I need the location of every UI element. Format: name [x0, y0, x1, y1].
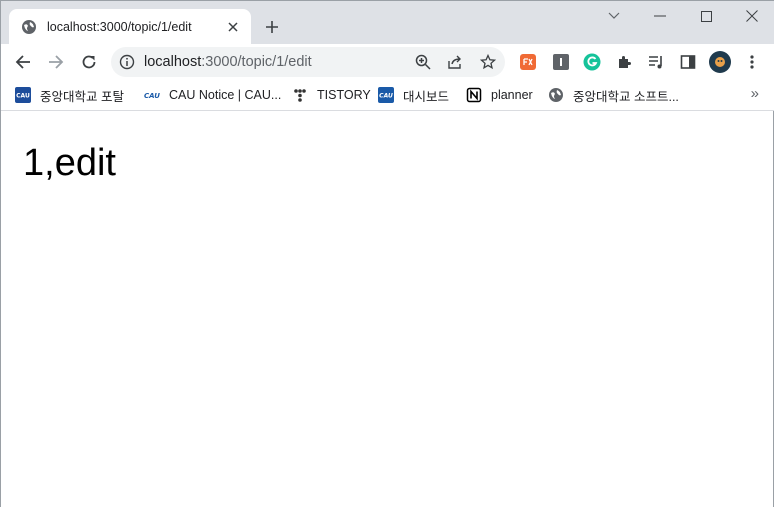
tistory-icon — [292, 87, 308, 103]
new-tab-button[interactable] — [261, 16, 283, 38]
side-panel-icon[interactable] — [679, 53, 697, 71]
bookmarks-overflow-button[interactable]: » — [751, 85, 759, 102]
bookmark-label: TISTORY — [317, 88, 371, 102]
svg-text:CAU: CAU — [144, 92, 160, 100]
cau-icon: CAU — [15, 87, 31, 103]
page-content: 1,edit — [1, 112, 773, 507]
browser-toolbar: localhost:3000/topic/1/edit — [1, 44, 774, 80]
tab-search-chevron-down-icon[interactable] — [591, 1, 637, 31]
minimize-button[interactable] — [637, 1, 683, 31]
svg-text:CAU: CAU — [379, 93, 393, 100]
tab-strip: localhost:3000/topic/1/edit — [1, 1, 774, 44]
tab-title: localhost:3000/topic/1/edit — [47, 19, 192, 34]
extensions-puzzle-icon[interactable] — [615, 53, 633, 71]
globe-icon — [548, 87, 564, 103]
bookmark-label: 대시보드 — [403, 89, 450, 104]
bookmark-item[interactable]: planner — [466, 86, 533, 104]
bookmark-item[interactable]: TISTORY — [292, 86, 371, 104]
tab-active[interactable]: localhost:3000/topic/1/edit — [9, 9, 251, 44]
page-heading: 1,edit — [23, 142, 116, 184]
reload-button[interactable] — [76, 49, 102, 75]
bookmark-item[interactable]: CAU CAU Notice | CAU... — [144, 86, 281, 104]
extension-i-icon[interactable] — [552, 53, 570, 71]
bookmark-label: CAU Notice | CAU... — [169, 88, 282, 102]
notion-icon — [466, 87, 482, 103]
reading-list-icon[interactable] — [647, 53, 665, 71]
bookmarks-bar: CAU 중앙대학교 포탈 CAU CAU Notice | CAU... TIS… — [1, 80, 774, 111]
globe-icon — [21, 19, 37, 35]
info-icon[interactable] — [119, 54, 135, 70]
share-icon[interactable] — [446, 53, 464, 71]
bookmark-label: 중앙대학교 소프트... — [573, 89, 679, 104]
bookmark-item[interactable]: CAU 대시보드 — [378, 86, 449, 104]
zoom-icon[interactable] — [414, 53, 432, 71]
bookmark-item[interactable]: 중앙대학교 소프트... — [548, 86, 679, 104]
profile-avatar[interactable] — [709, 51, 731, 73]
maximize-button[interactable] — [683, 1, 729, 31]
bookmark-label: 중앙대학교 포탈 — [40, 89, 124, 104]
forward-button[interactable] — [43, 49, 69, 75]
bookmark-label: planner — [491, 88, 533, 102]
star-icon[interactable] — [479, 53, 497, 71]
url-text[interactable]: localhost:3000/topic/1/edit — [144, 54, 312, 70]
back-button[interactable] — [10, 49, 36, 75]
cau-logo-icon: CAU — [144, 87, 160, 103]
grammarly-icon[interactable] — [583, 53, 601, 71]
bookmark-item[interactable]: CAU 중앙대학교 포탈 — [15, 86, 124, 104]
address-bar[interactable]: localhost:3000/topic/1/edit — [111, 47, 505, 77]
url-path: :3000/topic/1/edit — [201, 54, 312, 70]
close-icon[interactable] — [225, 19, 241, 35]
kebab-menu-icon[interactable] — [743, 53, 761, 71]
svg-text:CAU: CAU — [16, 93, 30, 100]
extension-fx-icon[interactable] — [519, 53, 537, 71]
url-host: localhost — [144, 54, 202, 70]
close-window-button[interactable] — [729, 1, 774, 31]
cau-logo-icon: CAU — [378, 87, 394, 103]
